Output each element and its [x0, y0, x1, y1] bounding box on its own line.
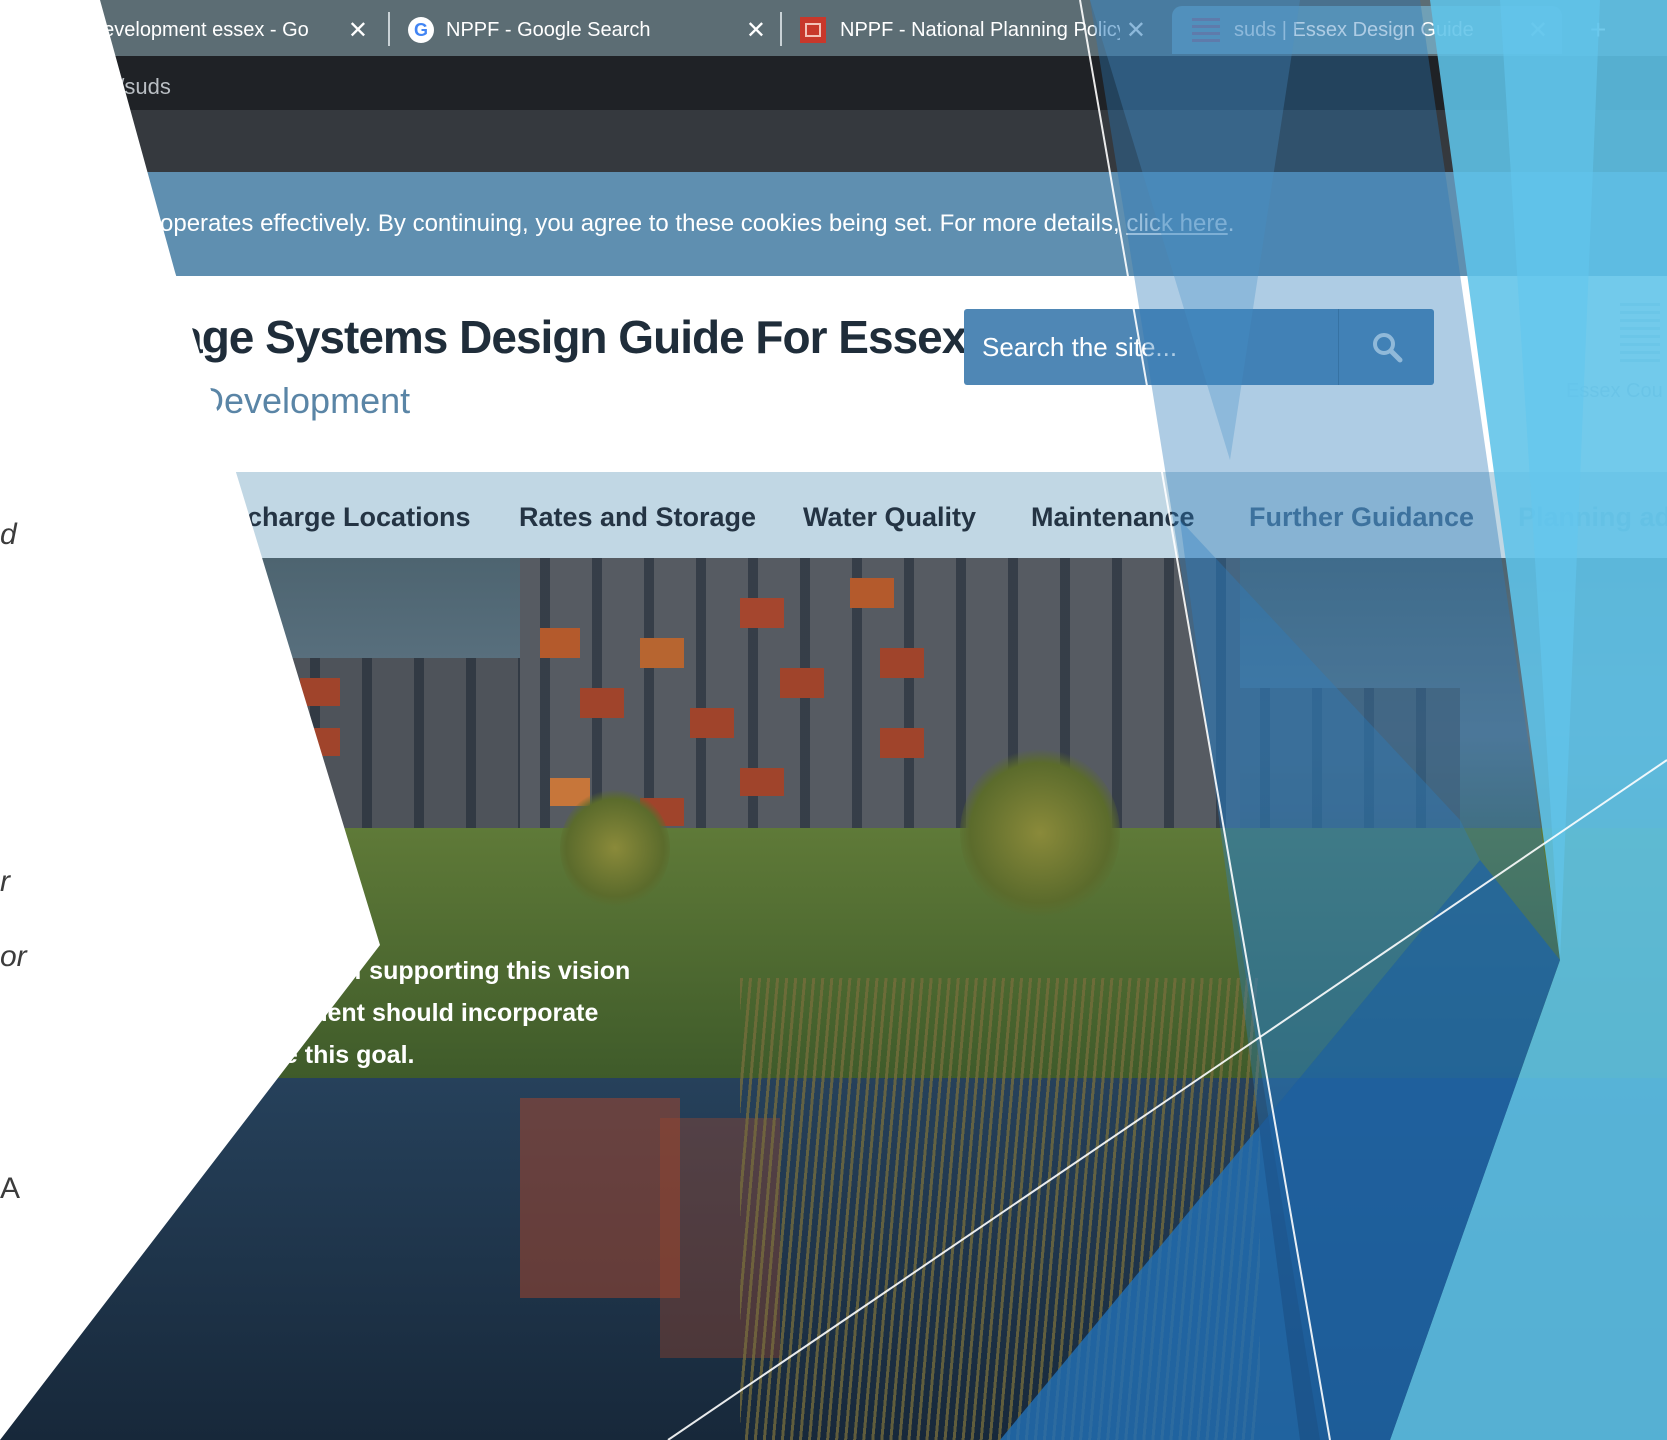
hero-text: ant part of supporting this vision pment… [240, 950, 760, 1076]
essex-icon [1192, 18, 1220, 42]
site-title[interactable]: nage Systems Design Guide For Essex [150, 310, 967, 364]
balcony [690, 708, 734, 738]
tab-separator [388, 12, 390, 46]
balcony [850, 578, 894, 608]
hero-image: ant part of supporting this vision pment… [0, 558, 1667, 1440]
hero-line: ant part of supporting this vision [240, 957, 631, 985]
google-icon: G [408, 17, 434, 43]
search-box [964, 309, 1434, 385]
essex-logo-icon [1620, 302, 1660, 362]
nav-item-further-guidance[interactable]: Further Guidance [1249, 502, 1474, 533]
site-subtitle-text: Development [198, 380, 411, 421]
balcony [880, 648, 924, 678]
url-host-fragment: k [106, 74, 119, 99]
tree [560, 788, 670, 908]
cookie-text: operates effectively. By continuing, you… [160, 210, 1234, 238]
logo-text: Essex Cou [1566, 380, 1663, 402]
nav-item-discharge-locations[interactable]: scharge Locations [232, 502, 471, 533]
title-clipped-char: n [150, 311, 178, 363]
nav-item-maintenance[interactable]: Maintenance [1031, 502, 1195, 533]
balcony [300, 728, 340, 756]
close-icon[interactable]: ✕ [746, 16, 766, 45]
balcony [740, 598, 784, 628]
close-icon[interactable]: ✕ [1528, 16, 1548, 45]
web-page: operates effectively. By continuing, you… [0, 172, 1667, 1440]
slide-text-fragment: or [0, 940, 27, 973]
tab-separator [780, 12, 782, 46]
site-subtitle: )Development [198, 380, 411, 422]
slide-text-fragment: A [0, 1172, 21, 1205]
close-icon[interactable]: ✕ [348, 16, 368, 45]
browser-window: development essex - Googl ✕ G NPPF - Goo… [0, 0, 1667, 1440]
cookie-banner: operates effectively. By continuing, you… [0, 172, 1667, 276]
tab-nppf-policy[interactable]: NPPF - National Planning Policy ✕ [800, 6, 1160, 54]
tab-title: NPPF - Google Search [446, 18, 651, 41]
tab-title: NPPF - National Planning Policy [840, 18, 1120, 41]
hero-line: ve this goal. [270, 1041, 415, 1069]
slide-text-fragment: d [0, 518, 17, 551]
balcony [780, 668, 824, 698]
nav-item-planning[interactable]: Planning ad [1518, 502, 1667, 533]
balcony [300, 678, 340, 706]
new-tab-button[interactable]: + [1590, 6, 1630, 54]
slide-text-fragment: r [0, 865, 10, 898]
tab-suds-active[interactable]: suds | Essex Design Guide ✕ [1172, 6, 1562, 54]
tab-title: development essex - Googl [92, 18, 308, 41]
hero-line: pment should incorporate [290, 999, 599, 1027]
cookie-punct: . [1227, 210, 1235, 237]
search-input[interactable] [964, 309, 1338, 385]
tab-development-essex[interactable]: development essex - Googl ✕ [92, 6, 382, 54]
site-title-text: age Systems Design Guide For Essex [177, 311, 967, 363]
main-nav: scharge Locations Rates and Storage Wate… [0, 472, 1667, 558]
balcony [740, 768, 784, 796]
nav-item-rates-storage[interactable]: Rates and Storage [519, 502, 756, 533]
nav-item-water-quality[interactable]: Water Quality [803, 502, 976, 533]
balcony [640, 638, 684, 668]
address-bar[interactable] [0, 56, 1667, 110]
tab-strip: development essex - Googl ✕ G NPPF - Goo… [0, 0, 1667, 56]
reeds [740, 978, 1260, 1440]
gov-icon [800, 17, 826, 43]
tab-title: suds | Essex Design Guide [1234, 18, 1474, 41]
close-icon[interactable]: ✕ [1126, 16, 1146, 45]
balcony [540, 628, 580, 658]
cookie-link[interactable]: click here [1126, 210, 1227, 237]
tab-nppf-search[interactable]: G NPPF - Google Search ✕ [408, 6, 780, 54]
magnifier-icon [1373, 333, 1403, 363]
water-reflection [520, 1098, 680, 1298]
url-text[interactable]: k/suds [106, 74, 171, 100]
tree [960, 748, 1120, 918]
balcony [580, 688, 624, 718]
url-path: /suds [118, 74, 171, 99]
search-button[interactable] [1338, 309, 1435, 385]
balcony [880, 728, 924, 758]
bookmarks-bar [0, 110, 1667, 172]
cookie-message: operates effectively. By continuing, you… [160, 210, 1127, 237]
